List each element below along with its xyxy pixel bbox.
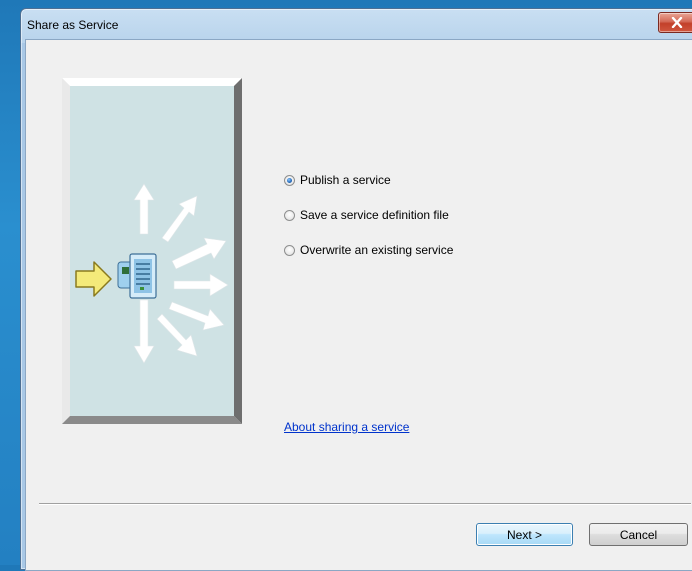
option-label: Save a service definition file: [300, 208, 449, 222]
option-label: Publish a service: [300, 173, 391, 187]
radio-save-definition-file[interactable]: [284, 209, 295, 221]
title-bar[interactable]: Share as Service: [21, 9, 692, 39]
option-save-definition-file[interactable]: Save a service definition file: [284, 205, 544, 225]
next-button[interactable]: Next >: [476, 523, 573, 546]
service-publish-illustration: [62, 78, 242, 424]
dialog-window: Share as Service Publish a service Save …: [20, 8, 692, 571]
option-publish-service[interactable]: Publish a service: [284, 170, 544, 190]
radio-overwrite-service[interactable]: [284, 244, 295, 256]
radio-publish-service[interactable]: [284, 174, 295, 186]
dialog-content: Publish a service Save a service definit…: [25, 39, 692, 571]
divider: [39, 503, 691, 505]
cancel-button[interactable]: Cancel: [589, 523, 688, 546]
close-icon: [671, 17, 683, 28]
window-title: Share as Service: [27, 18, 119, 32]
close-button[interactable]: [658, 12, 692, 33]
option-overwrite-service[interactable]: Overwrite an existing service: [284, 240, 544, 260]
option-label: Overwrite an existing service: [300, 243, 454, 257]
about-sharing-link[interactable]: About sharing a service: [284, 420, 409, 434]
